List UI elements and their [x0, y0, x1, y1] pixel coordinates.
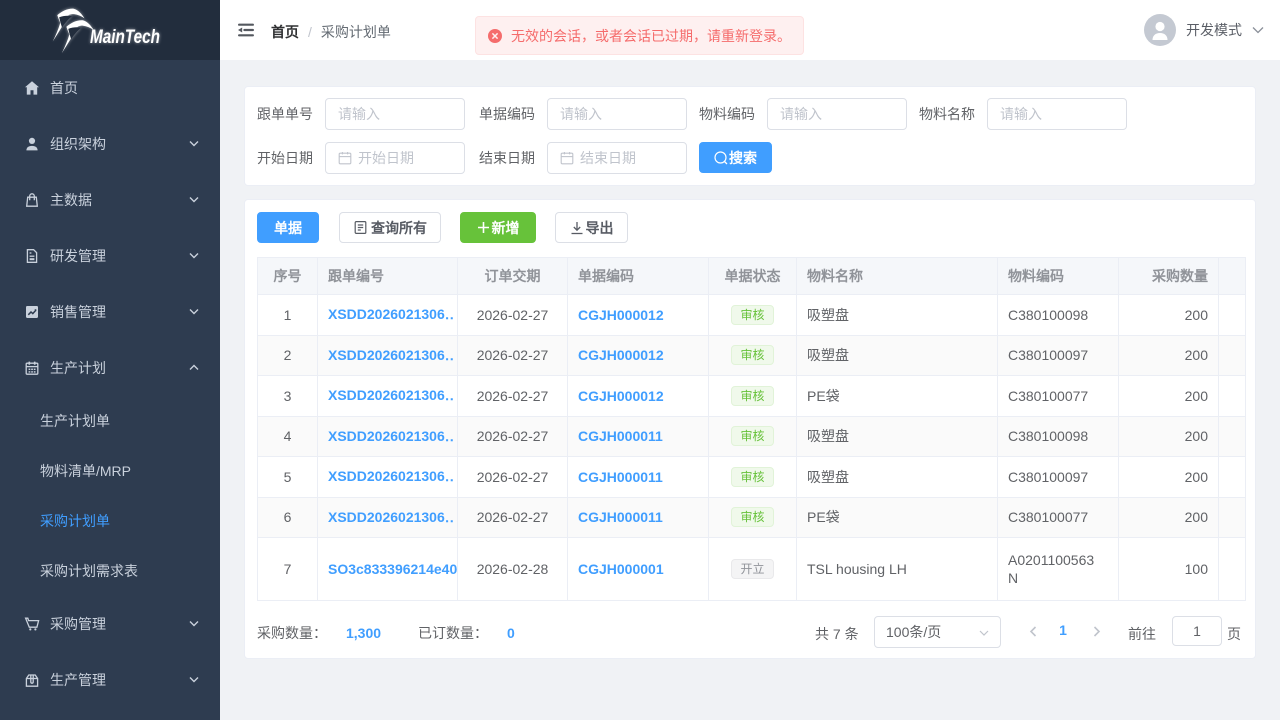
- svg-text:MainTech: MainTech: [90, 27, 160, 48]
